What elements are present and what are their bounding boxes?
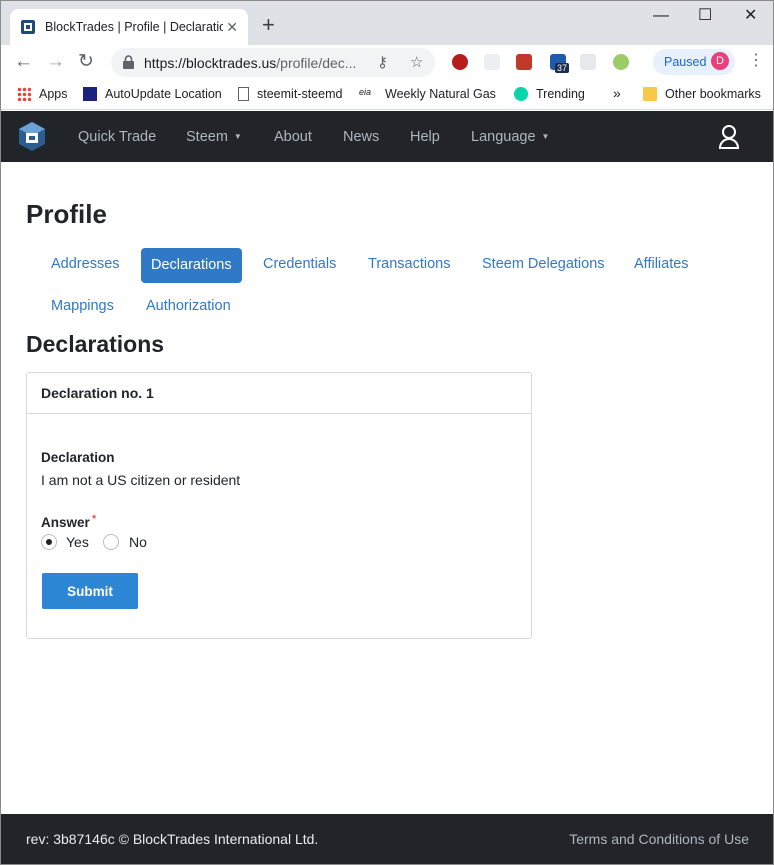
extension-icon[interactable] — [452, 54, 468, 70]
declaration-text: I am not a US citizen or resident — [41, 472, 241, 488]
eia-icon: eia — [359, 87, 372, 97]
browser-titlebar: BlockTrades | Profile | Declarations ✕ +… — [1, 1, 773, 45]
site-footer: rev: 3b87146c © BlockTrades Internationa… — [1, 814, 773, 864]
minimize-icon[interactable]: — — [653, 6, 669, 26]
nav-news[interactable]: News — [343, 129, 379, 145]
paused-label: Paused — [664, 55, 707, 69]
declaration-label: Declaration — [41, 450, 115, 465]
tab-title: BlockTrades | Profile | Declarations — [45, 20, 223, 34]
bookmark-label: Apps — [39, 87, 68, 101]
page-title: Profile — [26, 199, 107, 229]
menu-kebab-icon[interactable]: ⋮ — [748, 52, 764, 70]
nav-quick-trade[interactable]: Quick Trade — [78, 129, 156, 145]
extension-cloud-icon[interactable] — [484, 54, 500, 70]
caret-down-icon: ▼ — [541, 132, 550, 141]
radio-no[interactable] — [103, 534, 119, 550]
folder-icon — [643, 87, 657, 101]
bookmarks-overflow-icon[interactable]: » — [613, 85, 621, 101]
url-host: https://blocktrades.us — [144, 55, 277, 71]
tab-declarations[interactable]: Declarations — [141, 248, 242, 283]
browser-toolbar: ← → ↻ https://blocktrades.us/profile/dec… — [1, 45, 773, 80]
declaration-card: Declaration no. 1 Declaration I am not a… — [26, 372, 532, 639]
trending-icon — [514, 87, 528, 101]
profile-avatar[interactable]: D — [711, 52, 729, 70]
forward-icon[interactable]: → — [46, 51, 65, 73]
nav-language-label: Language — [471, 129, 536, 145]
bookmark-label: AutoUpdate Location — [105, 87, 222, 101]
bookmark-label: steemit-steemd — [257, 87, 343, 101]
nav-language[interactable]: Language ▼ — [471, 129, 549, 145]
extension-circle-icon[interactable] — [613, 54, 629, 70]
back-icon[interactable]: ← — [14, 51, 33, 73]
radio-yes[interactable] — [41, 534, 57, 550]
nav-help[interactable]: Help — [410, 129, 440, 145]
section-title: Declarations — [26, 331, 165, 357]
tab-close-icon[interactable]: ✕ — [226, 18, 238, 36]
terms-link[interactable]: Terms and Conditions of Use — [569, 831, 749, 847]
address-bar[interactable]: https://blocktrades.us/profile/dec... ⚷ … — [111, 48, 435, 77]
browser-tab[interactable]: BlockTrades | Profile | Declarations ✕ — [10, 9, 248, 45]
tab-authorization[interactable]: Authorization — [136, 290, 241, 322]
page-icon — [238, 87, 249, 101]
bookmark-label: Trending — [536, 87, 585, 101]
bookmark-label: Weekly Natural Gas S — [385, 87, 497, 101]
nav-steem[interactable]: Steem ▼ — [186, 129, 242, 145]
tab-mappings[interactable]: Mappings — [41, 290, 124, 322]
bookmark-natural-gas[interactable]: eia Weekly Natural Gas S — [359, 87, 497, 101]
close-window-icon[interactable]: ✕ — [744, 6, 757, 26]
nav-about[interactable]: About — [274, 129, 312, 145]
pdf-extension-icon[interactable] — [516, 54, 532, 70]
submit-button[interactable]: Submit — [42, 573, 138, 609]
bookmark-apps[interactable]: Apps — [17, 87, 68, 101]
tab-transactions[interactable]: Transactions — [358, 248, 460, 280]
reload-icon[interactable]: ↻ — [78, 51, 94, 73]
url-path: /profile/dec... — [276, 55, 357, 71]
new-tab-icon[interactable]: + — [262, 14, 275, 36]
radio-no-label[interactable]: No — [129, 534, 147, 550]
user-account-icon[interactable] — [718, 124, 740, 149]
answer-label: Answer * — [41, 512, 96, 530]
required-marker: * — [91, 512, 97, 526]
caret-down-icon: ▼ — [233, 132, 242, 141]
bookmark-other[interactable]: Other bookmarks — [643, 87, 761, 101]
bookmark-autoupdate[interactable]: AutoUpdate Location — [83, 87, 222, 101]
nav-steem-label: Steem — [186, 129, 228, 145]
extension-grid-icon[interactable] — [580, 54, 596, 70]
autoupdate-icon — [83, 87, 97, 101]
extension-badge: 37 — [555, 63, 570, 73]
lock-icon — [123, 55, 134, 69]
star-icon[interactable]: ☆ — [410, 53, 423, 71]
apps-grid-icon — [17, 87, 31, 101]
answer-label-text: Answer — [41, 515, 90, 530]
url-text: https://blocktrades.us/profile/dec... — [144, 55, 366, 71]
tab-steem-delegations[interactable]: Steem Delegations — [472, 248, 615, 280]
tab-credentials[interactable]: Credentials — [253, 248, 346, 280]
bookmarks-bar: Apps AutoUpdate Location steemit-steemd … — [1, 80, 773, 110]
key-icon[interactable]: ⚷ — [377, 53, 388, 71]
blocktrades-logo-icon[interactable] — [17, 121, 47, 152]
tab-affiliates[interactable]: Affiliates — [624, 248, 699, 280]
maximize-icon[interactable]: ☐ — [698, 6, 712, 26]
bookmark-trending[interactable]: Trending — [514, 87, 585, 101]
declaration-header: Declaration no. 1 — [27, 373, 531, 414]
bookmark-label: Other bookmarks — [665, 87, 761, 101]
blocktrades-favicon-icon — [20, 19, 36, 35]
bookmark-steemit[interactable]: steemit-steemd — [238, 87, 342, 101]
site-navbar: Quick Trade Steem ▼ About News Help Langu… — [1, 111, 773, 162]
radio-yes-label[interactable]: Yes — [66, 534, 89, 550]
revision-text: rev: 3b87146c © BlockTrades Internationa… — [26, 831, 319, 847]
tab-addresses[interactable]: Addresses — [41, 248, 130, 280]
